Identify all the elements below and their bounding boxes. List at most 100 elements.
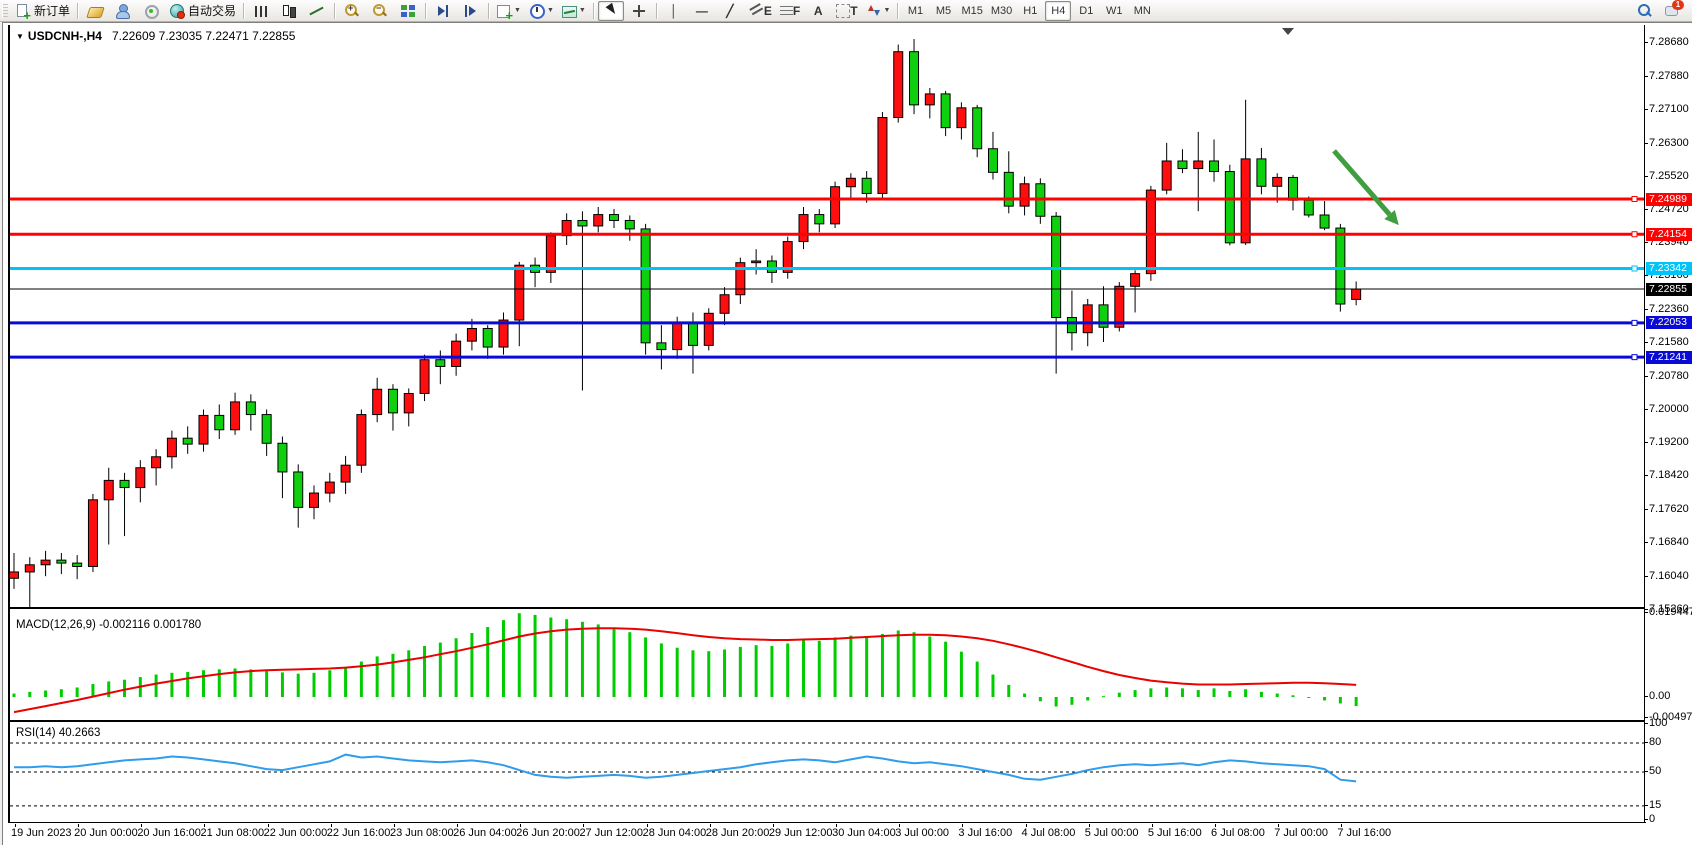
tf-h1-button[interactable]: H1 — [1017, 1, 1043, 21]
candle-body — [625, 220, 634, 228]
shapes-icon — [866, 3, 882, 19]
chart-canvas[interactable] — [10, 25, 1646, 823]
search-button[interactable] — [1631, 1, 1657, 21]
tf-h1-button-label: H1 — [1023, 5, 1037, 17]
tf-m1-button-label: M1 — [908, 5, 923, 17]
time-axis[interactable]: 19 Jun 202320 Jun 00:0020 Jun 16:0021 Ju… — [8, 824, 1692, 844]
chart-plot-area[interactable]: ▼ USDCNH-,H4 7.22609 7.23035 7.22471 7.2… — [8, 25, 1646, 823]
crosshair-button[interactable] — [626, 1, 652, 21]
macd-hist-bar — [818, 641, 821, 697]
candlestick-chart-button[interactable] — [276, 1, 302, 21]
tf-w1-button[interactable]: W1 — [1101, 1, 1127, 21]
profile-button[interactable] — [110, 1, 136, 21]
macd-hist-bar — [1213, 688, 1216, 697]
candle-body — [420, 360, 429, 394]
indicators-button[interactable]: ▼ — [493, 1, 524, 21]
trend-arrow[interactable] — [1334, 151, 1390, 215]
tf-d1-button[interactable]: D1 — [1073, 1, 1099, 21]
auto-scroll-button[interactable] — [430, 1, 456, 21]
text-button[interactable]: A — [805, 1, 831, 21]
price-tick-label: 7.27100 — [1649, 103, 1689, 115]
periods-button[interactable]: ▼ — [526, 1, 557, 21]
toolbar-separator — [77, 3, 78, 19]
fibonacci-button[interactable]: F — [777, 1, 803, 21]
periods-icon — [529, 3, 545, 19]
zoom-in-button[interactable] — [339, 1, 365, 21]
signals-icon — [143, 3, 159, 19]
tf-m1-button[interactable]: M1 — [902, 1, 928, 21]
styler-button[interactable] — [82, 1, 108, 21]
tf-m30-button[interactable]: M30 — [988, 1, 1015, 21]
chart-shift-marker-icon — [1282, 28, 1294, 35]
trend-line-button[interactable]: ╱ — [717, 1, 743, 21]
tf-m15-button[interactable]: M15 — [958, 1, 985, 21]
auto-scroll-icon — [435, 3, 451, 19]
price-axis[interactable]: 7.286807.278807.271007.263007.255207.247… — [1644, 25, 1692, 823]
auto-trading-button[interactable]: 自动交易 — [166, 1, 239, 21]
text-label-button[interactable]: T — [833, 1, 860, 21]
chat-button[interactable]: 1 — [1659, 1, 1685, 21]
macd-hist-bar — [755, 645, 758, 697]
tf-m5-button[interactable]: M5 — [930, 1, 956, 21]
tf-h4-button[interactable]: H4 — [1045, 1, 1071, 21]
styler-icon — [86, 7, 105, 18]
rsi-line — [14, 755, 1356, 782]
zoom-out-button[interactable] — [367, 1, 393, 21]
macd-hist-bar — [60, 689, 63, 697]
macd-hist-bar — [1070, 697, 1073, 705]
candle-body — [957, 108, 966, 128]
zoom-out-icon — [372, 3, 388, 19]
macd-hist-bar — [581, 622, 584, 697]
tf-mn-button[interactable]: MN — [1129, 1, 1155, 21]
candle-body — [388, 389, 397, 413]
candle-body — [1304, 200, 1313, 215]
line-anchor-handle[interactable] — [1632, 266, 1637, 271]
tf-m5-button-label: M5 — [936, 5, 951, 17]
macd-hist-bar — [1007, 685, 1010, 697]
equidistant-channel-button[interactable]: E — [745, 1, 775, 21]
candle-body — [1288, 177, 1297, 200]
chevron-down-icon[interactable]: ▼ — [579, 7, 586, 14]
new-order-button-label: 新订单 — [34, 2, 70, 19]
chevron-down-icon[interactable]: ▼ — [514, 7, 521, 14]
cursor-button[interactable] — [598, 1, 624, 21]
time-tick-label: 26 Jun 20:00 — [516, 827, 580, 839]
price-tick-label: 7.16040 — [1649, 570, 1689, 582]
macd-hist-bar — [881, 634, 884, 697]
indicators-icon — [496, 3, 512, 19]
candle-body — [1131, 274, 1140, 287]
candle-body — [688, 323, 697, 345]
text-label-icon: T — [850, 4, 857, 18]
candle-body — [925, 94, 934, 105]
tf-w1-button-label: W1 — [1106, 5, 1123, 17]
line-anchor-handle[interactable] — [1632, 355, 1637, 360]
macd-hist-bar — [770, 646, 773, 697]
signals-button[interactable] — [138, 1, 164, 21]
line-anchor-handle[interactable] — [1632, 232, 1637, 237]
candle-body — [1320, 215, 1329, 228]
line-anchor-handle[interactable] — [1632, 320, 1637, 325]
macd-hist-bar — [470, 633, 473, 697]
candle-body — [988, 149, 997, 173]
macd-hist-bar — [676, 648, 679, 697]
macd-hist-bar — [281, 672, 284, 697]
chevron-down-icon[interactable]: ▼ — [884, 7, 891, 14]
templates-button[interactable]: ▼ — [559, 1, 589, 21]
chevron-down-icon[interactable]: ▼ — [547, 7, 554, 14]
bar-chart-button[interactable] — [248, 1, 274, 21]
macd-hist-bar — [1023, 694, 1026, 697]
tile-windows-button[interactable] — [395, 1, 421, 21]
new-order-button[interactable]: 新订单 — [12, 1, 73, 21]
macd-hist-bar — [297, 674, 300, 697]
toolbar-right: 1 — [1630, 1, 1686, 21]
candle-body — [767, 261, 776, 272]
line-chart-button[interactable] — [304, 1, 330, 21]
vertical-line-button[interactable]: │ — [661, 1, 687, 21]
shapes-button[interactable]: ▼ — [863, 1, 894, 21]
time-tick-label: 6 Jul 08:00 — [1211, 827, 1265, 839]
macd-hist-bar — [534, 615, 537, 697]
chart-shift-button[interactable] — [458, 1, 484, 21]
line-anchor-handle[interactable] — [1632, 197, 1637, 202]
horizontal-line-button[interactable]: — — [689, 1, 715, 21]
profile-icon — [115, 3, 131, 19]
